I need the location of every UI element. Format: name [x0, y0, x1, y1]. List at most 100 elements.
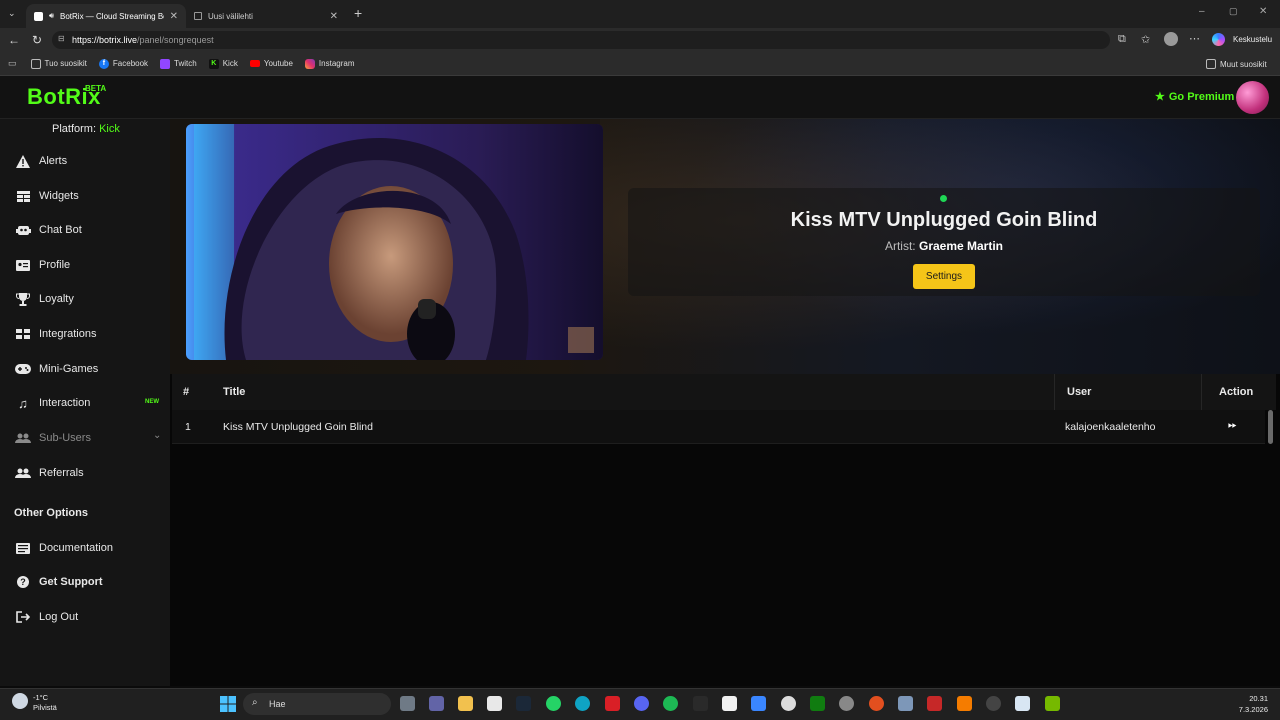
new-tab-plus-icon[interactable]: + — [354, 5, 362, 21]
app-window-icon[interactable] — [1015, 696, 1030, 711]
sidebar-item-interaction[interactable]: ♫ Interaction NEW — [14, 392, 164, 414]
notepad-icon[interactable] — [722, 696, 737, 711]
tab-botrix[interactable]: 🔊︎ BotRix — Cloud Streaming Bot ✕ — [26, 4, 186, 28]
weather-desc: Pilvistä — [33, 703, 57, 712]
sidebar-item-label: Widgets — [39, 190, 79, 202]
sidebar-item-label: Profile — [39, 259, 71, 271]
control-panel-icon[interactable] — [898, 696, 913, 711]
sidebar-item-get-support[interactable]: ? Get Support — [14, 571, 164, 593]
bookmark-kick[interactable]: K Kick — [208, 58, 238, 69]
weather-widget[interactable]: -1°C Pilvistä — [33, 693, 57, 713]
sidebar-item-widgets[interactable]: Widgets — [14, 185, 164, 207]
id-card-icon — [14, 258, 32, 272]
close-tab-icon[interactable]: ✕ — [170, 11, 178, 22]
close-tab-icon[interactable]: ✕ — [330, 11, 338, 22]
column-divider — [1054, 374, 1055, 410]
settings-button[interactable]: Settings — [913, 264, 975, 289]
minimize-icon[interactable]: – — [1199, 6, 1205, 17]
task-view-icon[interactable] — [400, 696, 415, 711]
sidebar-item-loyalty[interactable]: Loyalty — [14, 288, 164, 310]
profile-icon[interactable] — [1164, 32, 1178, 46]
question-icon: ? — [14, 575, 32, 589]
address-bar[interactable]: ⊟ https://botrix.live/panel/songrequest — [52, 31, 1110, 49]
spotify-icon[interactable] — [663, 696, 678, 711]
nvidia-icon[interactable] — [1045, 696, 1060, 711]
sidebar-item-label: Mini-Games — [39, 363, 99, 375]
sidebar-item-label: Alerts — [39, 155, 68, 167]
botrix-favicon-icon — [34, 11, 43, 21]
artist-label: Artist: — [884, 239, 916, 253]
sidebar-item-mini-games[interactable]: Mini-Games — [14, 358, 164, 380]
obs-icon[interactable] — [839, 696, 854, 711]
site-info-icon[interactable]: ⊟ — [58, 34, 65, 43]
bookmark-instagram[interactable]: Instagram — [304, 58, 355, 69]
copilot-icon[interactable] — [1212, 33, 1225, 46]
instagram-icon — [304, 58, 315, 69]
sidebar-toggle-icon[interactable]: ▭ — [8, 58, 17, 69]
teams-icon[interactable] — [429, 696, 444, 711]
weather-cloud-icon[interactable] — [12, 693, 28, 709]
bookmark-youtube[interactable]: Youtube — [249, 59, 293, 68]
sidebar-item-label: Get Support — [39, 576, 103, 588]
logitech-icon[interactable] — [693, 696, 708, 711]
edge-icon[interactable] — [575, 696, 590, 711]
sidebar-item-label: Referrals — [39, 467, 84, 479]
other-bookmarks[interactable]: Muut suosikit — [1206, 59, 1267, 69]
import-icon — [30, 58, 41, 69]
sidebar-item-profile[interactable]: Profile — [14, 254, 164, 276]
chevron-down-icon: ⌄ — [153, 430, 162, 441]
file-explorer-icon[interactable] — [458, 696, 473, 711]
twitch-icon — [160, 58, 171, 69]
windows-start-icon[interactable] — [220, 696, 236, 712]
extensions-icon[interactable]: ⧉ — [1118, 33, 1126, 46]
tab-new[interactable]: Uusi välilehti ✕ — [186, 4, 346, 28]
new-badge: NEW — [145, 399, 159, 405]
steam-icon[interactable] — [516, 696, 531, 711]
tab-title: Uusi välilehti — [208, 11, 253, 21]
video-player[interactable] — [186, 124, 603, 360]
app-red-icon[interactable] — [927, 696, 942, 711]
origin-icon[interactable] — [869, 696, 884, 711]
users-icon — [14, 431, 32, 445]
tab-list-chevron-icon[interactable]: ⌄ — [8, 8, 16, 19]
sidebar-item-label: Sub-Users — [39, 432, 91, 444]
settings-gear-icon[interactable] — [781, 696, 796, 711]
reload-icon[interactable]: ↻ — [32, 33, 42, 47]
taskbar-search[interactable]: ⌕ Hae — [243, 693, 391, 715]
store-icon[interactable] — [487, 696, 502, 711]
playing-status-dot — [940, 195, 947, 202]
taskbar-clock[interactable]: 20.31 7.3.2026 — [1236, 693, 1268, 715]
close-window-icon[interactable]: ✕ — [1259, 6, 1267, 17]
vlc-icon[interactable] — [957, 696, 972, 711]
user-avatar[interactable] — [1236, 81, 1269, 114]
copilot-label[interactable]: Keskustelu — [1233, 35, 1272, 44]
skip-icon[interactable]: ⏩︎ — [1228, 419, 1237, 432]
maximize-icon[interactable]: ▢ — [1229, 6, 1238, 17]
back-icon[interactable]: ← — [8, 33, 20, 47]
bookmark-twitch[interactable]: Twitch — [160, 58, 197, 69]
new-tab-icon — [194, 12, 202, 20]
go-premium-button[interactable]: ★ Go Premium — [1155, 90, 1234, 104]
sidebar-item-chat-bot[interactable]: Chat Bot — [14, 219, 164, 241]
puzzle-icon — [14, 327, 32, 341]
app-icon[interactable] — [751, 696, 766, 711]
grid-icon — [14, 189, 32, 203]
other-bookmarks-label: Muut suosikit — [1220, 59, 1267, 69]
sidebar-item-documentation[interactable]: Documentation — [14, 537, 164, 559]
bookmark-import[interactable]: Tuo suosikit — [30, 58, 87, 69]
sidebar-item-alerts[interactable]: Alerts — [14, 150, 164, 172]
xbox-icon[interactable] — [810, 696, 825, 711]
sidebar-item-sub-users[interactable]: Sub-Users ⌄ — [14, 427, 164, 449]
more-menu-icon[interactable]: ⋯ — [1189, 32, 1200, 45]
scrollbar[interactable] — [1268, 410, 1273, 444]
whatsapp-icon[interactable] — [546, 696, 561, 711]
search-placeholder: Hae — [269, 699, 286, 709]
sidebar-item-log-out[interactable]: Log Out — [14, 606, 164, 628]
sidebar-item-referrals[interactable]: Referrals — [14, 462, 164, 484]
favorites-icon[interactable]: ✩ — [1141, 33, 1150, 46]
app-circle-icon[interactable] — [986, 696, 1001, 711]
bookmark-facebook[interactable]: f Facebook — [98, 58, 148, 69]
lastpass-icon[interactable] — [605, 696, 620, 711]
sidebar-item-integrations[interactable]: Integrations — [14, 323, 164, 345]
discord-icon[interactable] — [634, 696, 649, 711]
